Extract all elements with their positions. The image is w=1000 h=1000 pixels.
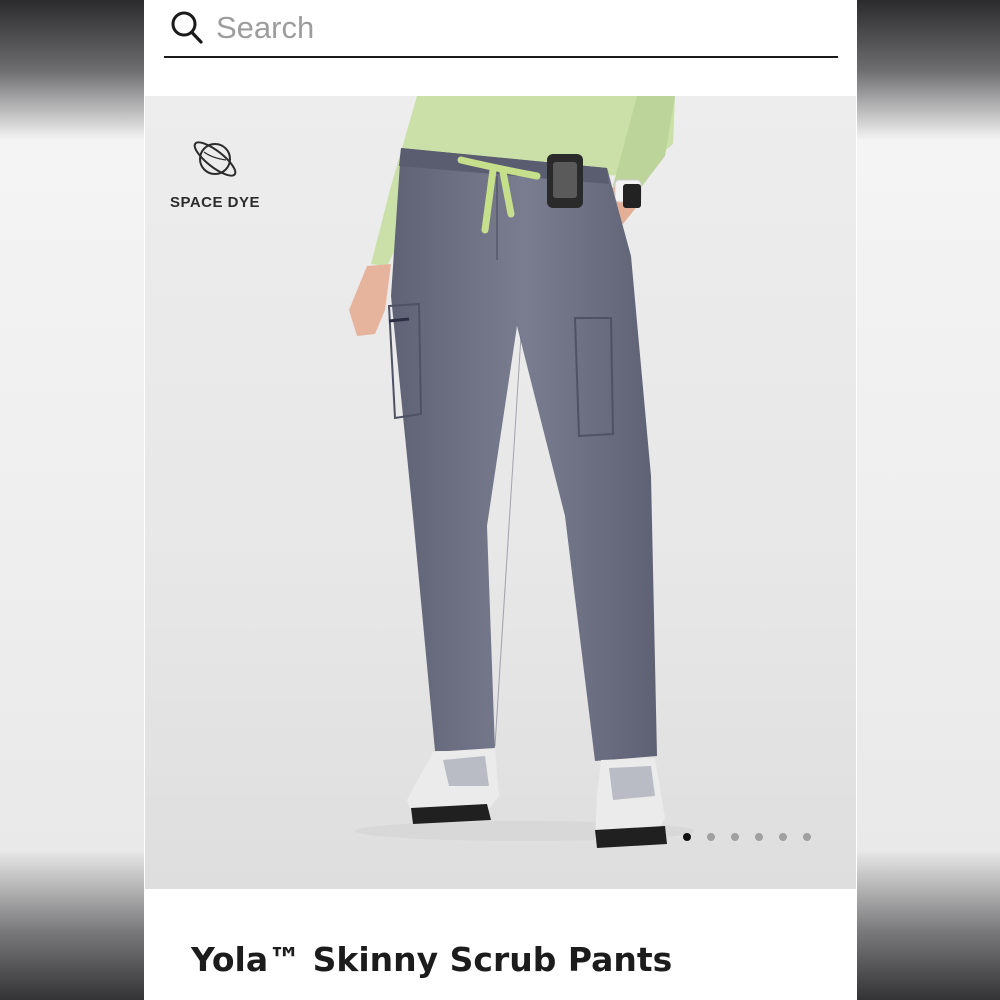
planet-icon — [193, 141, 237, 177]
phone-screen: SPACE DYE Yola™ Skinny Scrub Pants — [144, 0, 857, 1000]
carousel-dot-5[interactable] — [779, 833, 787, 841]
space-dye-badge: SPACE DYE — [165, 132, 265, 211]
carousel-dot-2[interactable] — [707, 833, 715, 841]
badge-label: SPACE DYE — [169, 194, 261, 211]
product-title: Yola™ Skinny Scrub Pants — [191, 940, 673, 979]
product-photo — [349, 96, 695, 848]
product-image-carousel[interactable]: SPACE DYE — [145, 96, 856, 889]
search-icon[interactable] — [170, 10, 204, 46]
carousel-dots[interactable] — [683, 833, 811, 841]
search-bar[interactable] — [164, 0, 838, 58]
right-backdrop — [856, 0, 1000, 1000]
carousel-dot-6[interactable] — [803, 833, 811, 841]
carousel-dot-4[interactable] — [755, 833, 763, 841]
search-input[interactable] — [216, 8, 816, 48]
left-backdrop — [0, 0, 144, 1000]
carousel-dot-1[interactable] — [683, 833, 691, 841]
carousel-dot-3[interactable] — [731, 833, 739, 841]
